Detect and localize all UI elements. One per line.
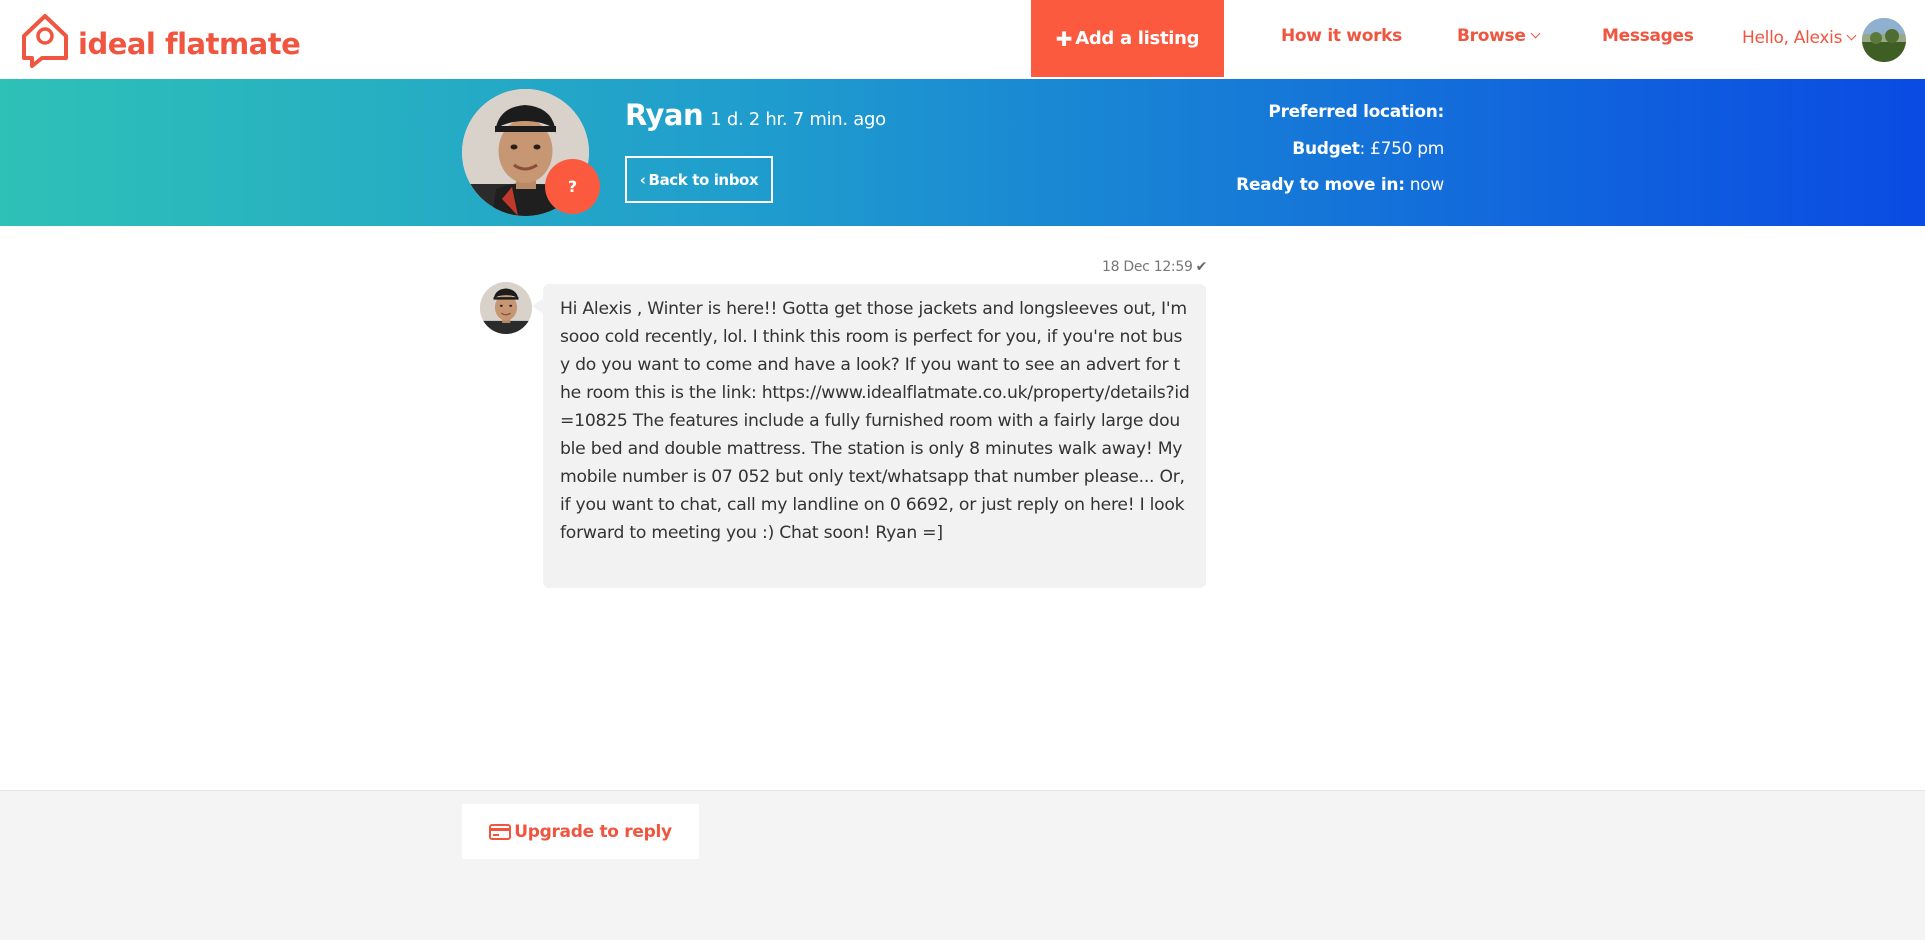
sender-avatar xyxy=(480,282,532,334)
user-greeting: Hello, Alexis xyxy=(1742,28,1843,48)
check-icon: ✔ xyxy=(1195,259,1208,275)
sender-photo xyxy=(480,282,532,334)
nav-how-it-works[interactable]: How it works xyxy=(1281,26,1402,46)
nav-browse-label: Browse xyxy=(1457,26,1526,46)
chevron-left-icon: ‹ xyxy=(639,170,646,189)
budget-label: Budget xyxy=(1292,139,1360,159)
user-menu[interactable]: Hello, Alexis xyxy=(1742,28,1857,48)
message-text: Hi Alexis , Winter is here!! Gotta get t… xyxy=(560,299,1190,543)
back-to-inbox-label: Back to inbox xyxy=(648,170,759,189)
message-timestamp: 18 Dec 12:59 ✔ xyxy=(1102,259,1207,275)
message-time: 18 Dec 12:59 xyxy=(1102,259,1193,275)
chevron-down-icon xyxy=(1530,28,1541,39)
move-in-value: now xyxy=(1404,175,1445,195)
conversation-header xyxy=(0,79,1925,226)
verification-badge[interactable]: ? xyxy=(545,159,600,214)
chevron-down-icon xyxy=(1846,30,1857,41)
budget: Budget: £750 pm xyxy=(1292,139,1444,159)
preferred-location: Preferred location: xyxy=(1268,102,1444,122)
credit-card-icon xyxy=(489,823,512,840)
add-listing-label: Add a listing xyxy=(1075,28,1200,49)
budget-value: : £750 pm xyxy=(1359,139,1445,159)
last-seen: 1 d. 2 hr. 7 min. ago xyxy=(710,109,886,130)
back-to-inbox-button[interactable]: ‹ Back to inbox xyxy=(625,156,773,203)
top-navbar: ideal flatmate ✚ Add a listing How it wo… xyxy=(0,0,1925,79)
nav-messages[interactable]: Messages xyxy=(1602,26,1694,46)
move-in: Ready to move in: now xyxy=(1236,175,1444,195)
move-in-label: Ready to move in: xyxy=(1236,175,1405,195)
avatar-image xyxy=(1862,18,1906,62)
contact-name: Ryan xyxy=(625,98,704,132)
upgrade-to-reply-button[interactable]: Upgrade to reply xyxy=(462,804,699,859)
reply-footer xyxy=(0,790,1925,940)
add-listing-button[interactable]: ✚ Add a listing xyxy=(1031,0,1224,77)
message-bubble: Hi Alexis , Winter is here!! Gotta get t… xyxy=(543,284,1206,588)
plus-icon: ✚ xyxy=(1055,26,1073,51)
logo[interactable]: ideal flatmate xyxy=(18,12,301,68)
house-chat-icon xyxy=(22,14,68,68)
preferred-location-label: Preferred location: xyxy=(1268,102,1444,122)
nav-browse[interactable]: Browse xyxy=(1457,26,1541,46)
upgrade-label: Upgrade to reply xyxy=(514,821,672,842)
logo-text: ideal flatmate xyxy=(78,27,301,61)
avatar[interactable] xyxy=(1862,18,1906,62)
contact-heading: Ryan 1 d. 2 hr. 7 min. ago xyxy=(625,98,886,132)
